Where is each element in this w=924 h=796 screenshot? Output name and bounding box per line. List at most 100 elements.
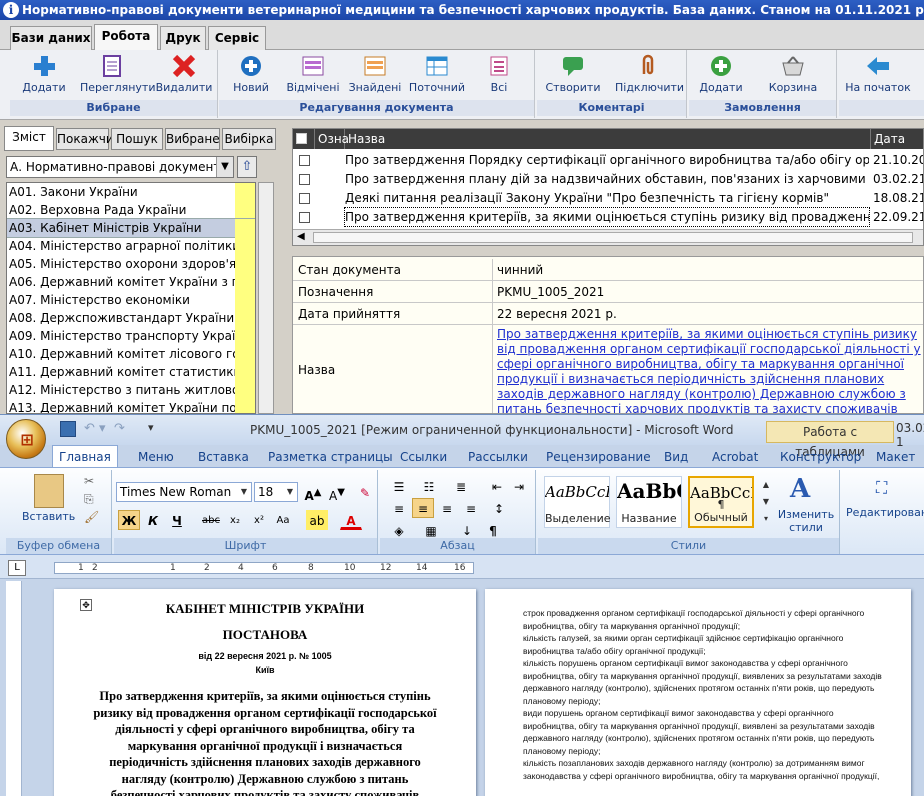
contents-list-item[interactable]: А06. Державний комітет України з питан <box>7 273 255 291</box>
word-tab[interactable]: Главная <box>52 445 118 468</box>
row-checkbox[interactable] <box>299 155 310 166</box>
edit-new-button[interactable]: Новий <box>219 52 283 96</box>
save-icon[interactable] <box>60 421 76 437</box>
numbering-icon[interactable]: ☷ <box>418 476 440 496</box>
word-tab[interactable]: Ссылки <box>400 447 447 467</box>
comment-attach-button[interactable]: Підключити <box>615 52 684 96</box>
undo-icon[interactable]: ↶ ▾ <box>84 421 106 436</box>
font-color-icon[interactable]: A <box>340 510 362 530</box>
contents-list-item[interactable]: А03. Кабінет Міністрів України <box>7 218 255 238</box>
contents-list-item[interactable]: А02. Верховна Рада України <box>7 201 255 219</box>
category-combo[interactable]: А. Нормативно-правові документи ▼ <box>6 156 234 178</box>
tab-print[interactable]: Друк <box>160 26 206 50</box>
format-painter-icon[interactable]: 🖌 <box>84 510 99 524</box>
order-add-button[interactable]: Додати <box>689 52 753 96</box>
level-up-button[interactable]: ⇧ <box>237 156 257 178</box>
contents-list-item[interactable]: А09. Міністерство транспорту України <box>7 327 255 345</box>
tab-work[interactable]: Робота <box>94 24 158 51</box>
word-tab[interactable]: Вид <box>664 447 688 467</box>
shrink-font-icon[interactable]: A▼ <box>326 482 348 503</box>
grow-font-icon[interactable]: A▲ <box>302 482 324 503</box>
row-checkbox[interactable] <box>299 193 310 204</box>
word-tab[interactable]: Меню <box>138 447 174 467</box>
borders-icon[interactable]: ▦ <box>420 520 442 540</box>
style-normal[interactable]: AaBbCcI ¶ Обычный <box>688 476 754 528</box>
row-checkbox[interactable] <box>299 174 310 185</box>
tab-service[interactable]: Сервіс <box>208 26 266 50</box>
word-tab[interactable]: Рецензирование <box>546 447 651 467</box>
tab-contents[interactable]: Зміст <box>4 126 54 151</box>
contents-list-item[interactable]: А13. Державний комітет України по нагл <box>7 399 255 413</box>
decrease-indent-icon[interactable]: ⇤ <box>486 476 508 496</box>
font-size-select[interactable]: 18 ▼ <box>254 482 298 502</box>
italic-icon[interactable]: К <box>142 510 164 530</box>
justify-icon[interactable]: ≡ <box>460 498 482 518</box>
word-tab[interactable]: Разметка страницы <box>268 447 393 467</box>
contents-list-item[interactable]: А08. Держспоживстандарт України <box>7 309 255 327</box>
tab-stop-selector[interactable]: L <box>8 560 26 576</box>
contents-list-item[interactable]: А12. Міністерство з питань житлово-ком <box>7 381 255 399</box>
paste-clipboard-icon[interactable] <box>34 474 64 508</box>
strikethrough-icon[interactable]: abc <box>200 510 222 530</box>
contents-list-item[interactable]: А11. Державний комітет статистики Укр <box>7 363 255 381</box>
style-title[interactable]: AaBbC Название <box>616 476 682 528</box>
shading-icon[interactable]: ◈ <box>388 520 410 540</box>
font-name-select[interactable]: Times New Roman ▼ <box>116 482 252 502</box>
column-header-date[interactable]: Дата при <box>871 129 923 166</box>
go-to-start-button[interactable]: На початок <box>841 52 915 96</box>
superscript-icon[interactable]: x² <box>248 510 270 530</box>
increase-indent-icon[interactable]: ⇥ <box>508 476 530 496</box>
align-right-icon[interactable]: ≡ <box>436 498 458 518</box>
horizontal-scrollbar[interactable]: ◀ <box>293 229 923 245</box>
edit-marked-button[interactable]: Відмічені <box>281 52 345 96</box>
tab-databases[interactable]: Бази даних <box>10 26 92 50</box>
edit-current-button[interactable]: Поточний <box>405 52 469 96</box>
paste-button[interactable]: Вставить <box>22 510 75 523</box>
order-basket-button[interactable]: Корзина <box>761 52 825 96</box>
select-all-checkbox[interactable] <box>296 133 307 144</box>
contents-list-item[interactable]: А07. Міністерство економіки <box>7 291 255 309</box>
document-name-link[interactable]: Про затвердження критеріїв, за якими оці… <box>495 325 923 413</box>
styles-scroll-icon[interactable]: ▲ ▼ ▾ <box>760 476 772 528</box>
contents-list-item[interactable]: А10. Державний комітет лісового господ <box>7 345 255 363</box>
contents-list-item[interactable]: А01. Закони України <box>7 183 255 201</box>
style-emphasis[interactable]: AaBbCcI Выделение <box>544 476 611 528</box>
align-center-icon[interactable]: ≡ <box>412 498 434 518</box>
underline-icon[interactable]: Ч <box>166 510 188 530</box>
document-page-1[interactable]: ✥ КАБІНЕТ МІНІСТРІВ УКРАЇНИ ПОСТАНОВА ві… <box>54 589 476 796</box>
cut-icon[interactable]: ✂ <box>84 474 94 488</box>
scroll-left-icon[interactable]: ◀ <box>297 231 305 242</box>
multilevel-list-icon[interactable]: ≣ <box>450 476 472 496</box>
word-tab[interactable]: Вставка <box>198 447 249 467</box>
edit-found-button[interactable]: Знайдені <box>343 52 407 96</box>
contents-list-item[interactable]: А04. Міністерство аграрної політики Укр <box>7 237 255 255</box>
contents-list[interactable]: А01. Закони України А02. Верховна Рада Ук… <box>6 182 256 414</box>
show-formatting-icon[interactable]: ¶ <box>482 520 504 540</box>
clear-format-icon[interactable]: ✎ <box>354 482 376 502</box>
document-page-2[interactable]: строк провадження органом сертифікації г… <box>485 589 911 796</box>
contents-list-item[interactable]: А05. Міністерство охорони здоров'я Укра <box>7 255 255 273</box>
tab-search[interactable]: Пошук <box>111 128 163 150</box>
change-case-icon[interactable]: Aa <box>272 510 294 530</box>
edit-all-button[interactable]: Всі <box>467 52 531 96</box>
column-header-title[interactable]: Назва <box>345 129 871 149</box>
editing-button[interactable]: Редактирование <box>846 506 924 519</box>
ruler-bar[interactable] <box>54 562 474 574</box>
redo-icon[interactable]: ↷ <box>114 421 125 436</box>
word-tab[interactable]: Конструктор <box>780 447 861 467</box>
chevron-down-icon[interactable]: ▼ <box>216 157 233 177</box>
copy-icon[interactable]: ⎘ <box>84 492 94 507</box>
subscript-icon[interactable]: x₂ <box>224 510 246 530</box>
change-styles-button[interactable]: Изменить стили <box>776 508 836 534</box>
list-scrollbar[interactable] <box>258 182 274 414</box>
scrollbar-thumb[interactable] <box>313 232 913 243</box>
comment-create-button[interactable]: Створити <box>541 52 605 96</box>
select-all-header[interactable] <box>293 129 315 149</box>
highlight-icon[interactable]: ab <box>306 510 328 530</box>
word-tab[interactable]: Макет <box>876 447 915 467</box>
word-tab[interactable]: Acrobat <box>712 447 758 467</box>
vertical-ruler[interactable] <box>6 581 22 796</box>
table-row[interactable]: Деякі питання реалізації Закону України … <box>293 189 923 207</box>
line-spacing-icon[interactable]: ↕ <box>488 498 510 518</box>
tab-index[interactable]: Покажчи <box>56 128 114 150</box>
